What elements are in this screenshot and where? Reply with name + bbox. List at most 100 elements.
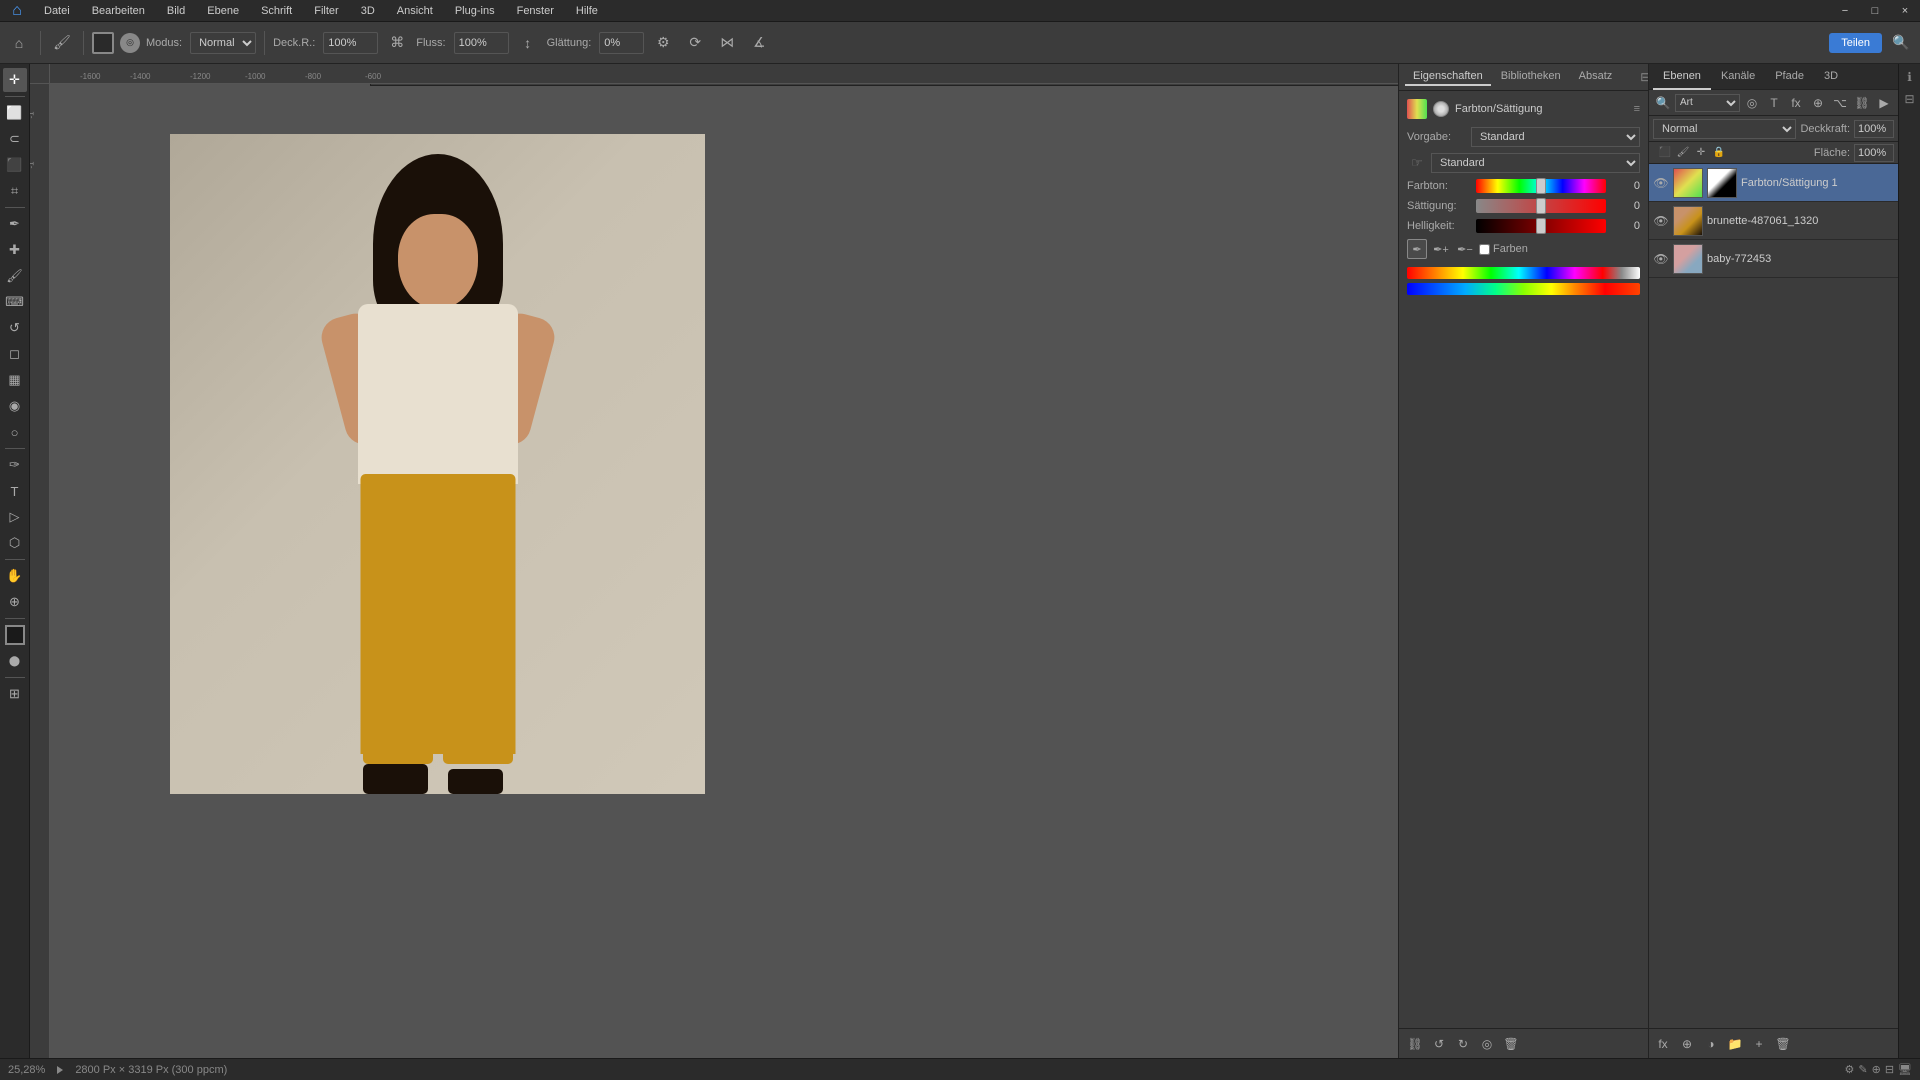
layer-search-icon[interactable]: 🔍	[1653, 93, 1673, 113]
minimize-button[interactable]: −	[1830, 0, 1860, 22]
gradient-tool[interactable]: ▦	[3, 368, 27, 392]
zoom-tool[interactable]: ⊕	[3, 590, 27, 614]
sat-slider[interactable]	[1476, 199, 1606, 213]
eraser-tool[interactable]: ◻	[3, 342, 27, 366]
healing-tool[interactable]: ✚	[3, 238, 27, 262]
layer-link-icon[interactable]: ⛓	[1852, 93, 1872, 113]
hand-tool[interactable]: ✋	[3, 564, 27, 588]
fg-color-icon[interactable]	[92, 32, 114, 54]
eyedropper-tool[interactable]: ✒	[3, 212, 27, 236]
angle-icon[interactable]: ∡	[746, 30, 772, 56]
home-tool-icon[interactable]: ⌂	[6, 30, 32, 56]
shape-tool[interactable]: ⬡	[3, 531, 27, 555]
menu-item-schrift[interactable]: Schrift	[253, 3, 300, 19]
hs-close-icon[interactable]: ≡	[1634, 103, 1640, 115]
marquee-tool[interactable]: ⬜	[3, 101, 27, 125]
blur-tool[interactable]: ◉	[3, 394, 27, 418]
prop-eye-icon[interactable]: ◎	[1477, 1034, 1497, 1054]
layer-trash-button[interactable]: 🗑	[1773, 1034, 1793, 1054]
hs-preset-dropdown[interactable]: Standard	[1471, 127, 1640, 147]
menu-item-hilfe[interactable]: Hilfe	[568, 3, 606, 19]
tab-3d[interactable]: 3D	[1814, 64, 1848, 90]
status-icon-4[interactable]: ⊟	[1885, 1063, 1894, 1076]
status-icon-3[interactable]: ⊕	[1872, 1063, 1881, 1076]
bright-slider-thumb[interactable]	[1536, 218, 1546, 234]
eyedropper-add-btn[interactable]: ✒+	[1431, 239, 1451, 259]
mode-mask-icon[interactable]: ◎	[120, 33, 140, 53]
dodge-tool[interactable]: ○	[3, 420, 27, 444]
history-brush-tool[interactable]: ↺	[3, 316, 27, 340]
hs-channel-dropdown[interactable]: Standard	[1431, 153, 1640, 173]
text-tool[interactable]: T	[3, 479, 27, 503]
lock-transparent-icon[interactable]: ⬛	[1657, 145, 1673, 161]
opacity-input[interactable]	[1854, 120, 1894, 138]
menu-item-3d[interactable]: 3D	[353, 3, 383, 19]
info-icon[interactable]: ℹ	[1901, 68, 1919, 86]
close-button[interactable]: ×	[1890, 0, 1920, 22]
bright-slider[interactable]	[1476, 219, 1606, 233]
symmetry-icon[interactable]: ⋈	[714, 30, 740, 56]
search-icon[interactable]: 🔍	[1888, 30, 1914, 56]
colorize-checkbox[interactable]	[1479, 244, 1490, 255]
hs-hand-icon[interactable]: ☞	[1407, 153, 1427, 173]
path-select-tool[interactable]: ▷	[3, 505, 27, 529]
layer-eye-2[interactable]: 👁	[1653, 213, 1669, 229]
layer-settings-icon[interactable]: T	[1764, 93, 1784, 113]
clone-tool[interactable]: ⌨	[3, 290, 27, 314]
smooth-input[interactable]	[599, 32, 644, 54]
menu-item-fenster[interactable]: Fenster	[509, 3, 562, 19]
status-icon-2[interactable]: ✎	[1858, 1063, 1867, 1076]
layer-item-husat[interactable]: 👁 Farbton/Sättigung 1	[1649, 164, 1898, 202]
lock-image-icon[interactable]: 🖌	[1675, 145, 1691, 161]
prop-redo-icon[interactable]: ↻	[1453, 1034, 1473, 1054]
flow-icon[interactable]: ↕	[515, 30, 541, 56]
tab-ebenen[interactable]: Ebenen	[1653, 64, 1711, 90]
prop-undo-icon[interactable]: ↺	[1429, 1034, 1449, 1054]
pen-tool[interactable]: ✑	[3, 453, 27, 477]
layer-fx-icon[interactable]: fx	[1786, 93, 1806, 113]
blend-mode-dropdown[interactable]: Normal	[1653, 119, 1796, 139]
prop-link-icon[interactable]: ⛓	[1405, 1034, 1425, 1054]
layer-new-button[interactable]: +	[1749, 1034, 1769, 1054]
status-icon-1[interactable]: ⚙	[1845, 1063, 1855, 1076]
layer-visibility-icon[interactable]: ◎	[1742, 93, 1762, 113]
app-home-icon[interactable]: ⌂	[4, 0, 30, 24]
lock-all-icon[interactable]: 🔒	[1711, 145, 1727, 161]
layer-fx-button[interactable]: fx	[1653, 1034, 1673, 1054]
tab-absatz[interactable]: Absatz	[1571, 68, 1621, 86]
menu-item-bild[interactable]: Bild	[159, 3, 193, 19]
share-button[interactable]: Teilen	[1829, 33, 1882, 53]
flow-input[interactable]	[454, 32, 509, 54]
status-icon-5[interactable]: 🖥	[1898, 1063, 1912, 1076]
layer-adj-button[interactable]: ◑	[1701, 1034, 1721, 1054]
layer-mask-button[interactable]: ⊕	[1677, 1034, 1697, 1054]
menu-item-datei[interactable]: Datei	[36, 3, 78, 19]
layer-mask-icon[interactable]: ⊕	[1808, 93, 1828, 113]
settings-icon[interactable]: ⚙	[650, 30, 676, 56]
menu-item-ebene[interactable]: Ebene	[199, 3, 247, 19]
layer-filter-dropdown[interactable]: Art	[1675, 94, 1740, 112]
tab-kanaele[interactable]: Kanäle	[1711, 64, 1765, 90]
eyedropper-sample-btn[interactable]: ✒	[1407, 239, 1427, 259]
layer-eye-3[interactable]: 👁	[1653, 251, 1669, 267]
right-panel-expand[interactable]: ⊟	[1901, 90, 1919, 108]
tab-bibliotheken[interactable]: Bibliotheken	[1493, 68, 1569, 86]
crop-tool[interactable]: ⌗	[3, 179, 27, 203]
lock-position-icon[interactable]: ✛	[1693, 145, 1709, 161]
lasso-tool[interactable]: ⊂	[3, 127, 27, 151]
tab-zeichen[interactable]	[1622, 74, 1638, 80]
hue-slider[interactable]	[1476, 179, 1606, 193]
menu-item-bearbeiten[interactable]: Bearbeiten	[84, 3, 153, 19]
sat-slider-thumb[interactable]	[1536, 198, 1546, 214]
move-tool[interactable]: ✛	[3, 68, 27, 92]
layer-toggle-icon[interactable]: ▶	[1874, 93, 1894, 113]
maximize-button[interactable]: □	[1860, 0, 1890, 22]
panel-collapse-icon[interactable]: ⊟	[1640, 70, 1648, 84]
object-select-tool[interactable]: ⬛	[3, 153, 27, 177]
layer-item-baby[interactable]: 👁 baby-772453	[1649, 240, 1898, 278]
brush-tool[interactable]: 🖌	[3, 264, 27, 288]
fg-bg-color-swatch[interactable]	[5, 625, 25, 645]
hue-slider-thumb[interactable]	[1536, 178, 1546, 194]
fill-input[interactable]	[1854, 144, 1894, 162]
mode-dropdown[interactable]: Normal	[190, 32, 256, 54]
